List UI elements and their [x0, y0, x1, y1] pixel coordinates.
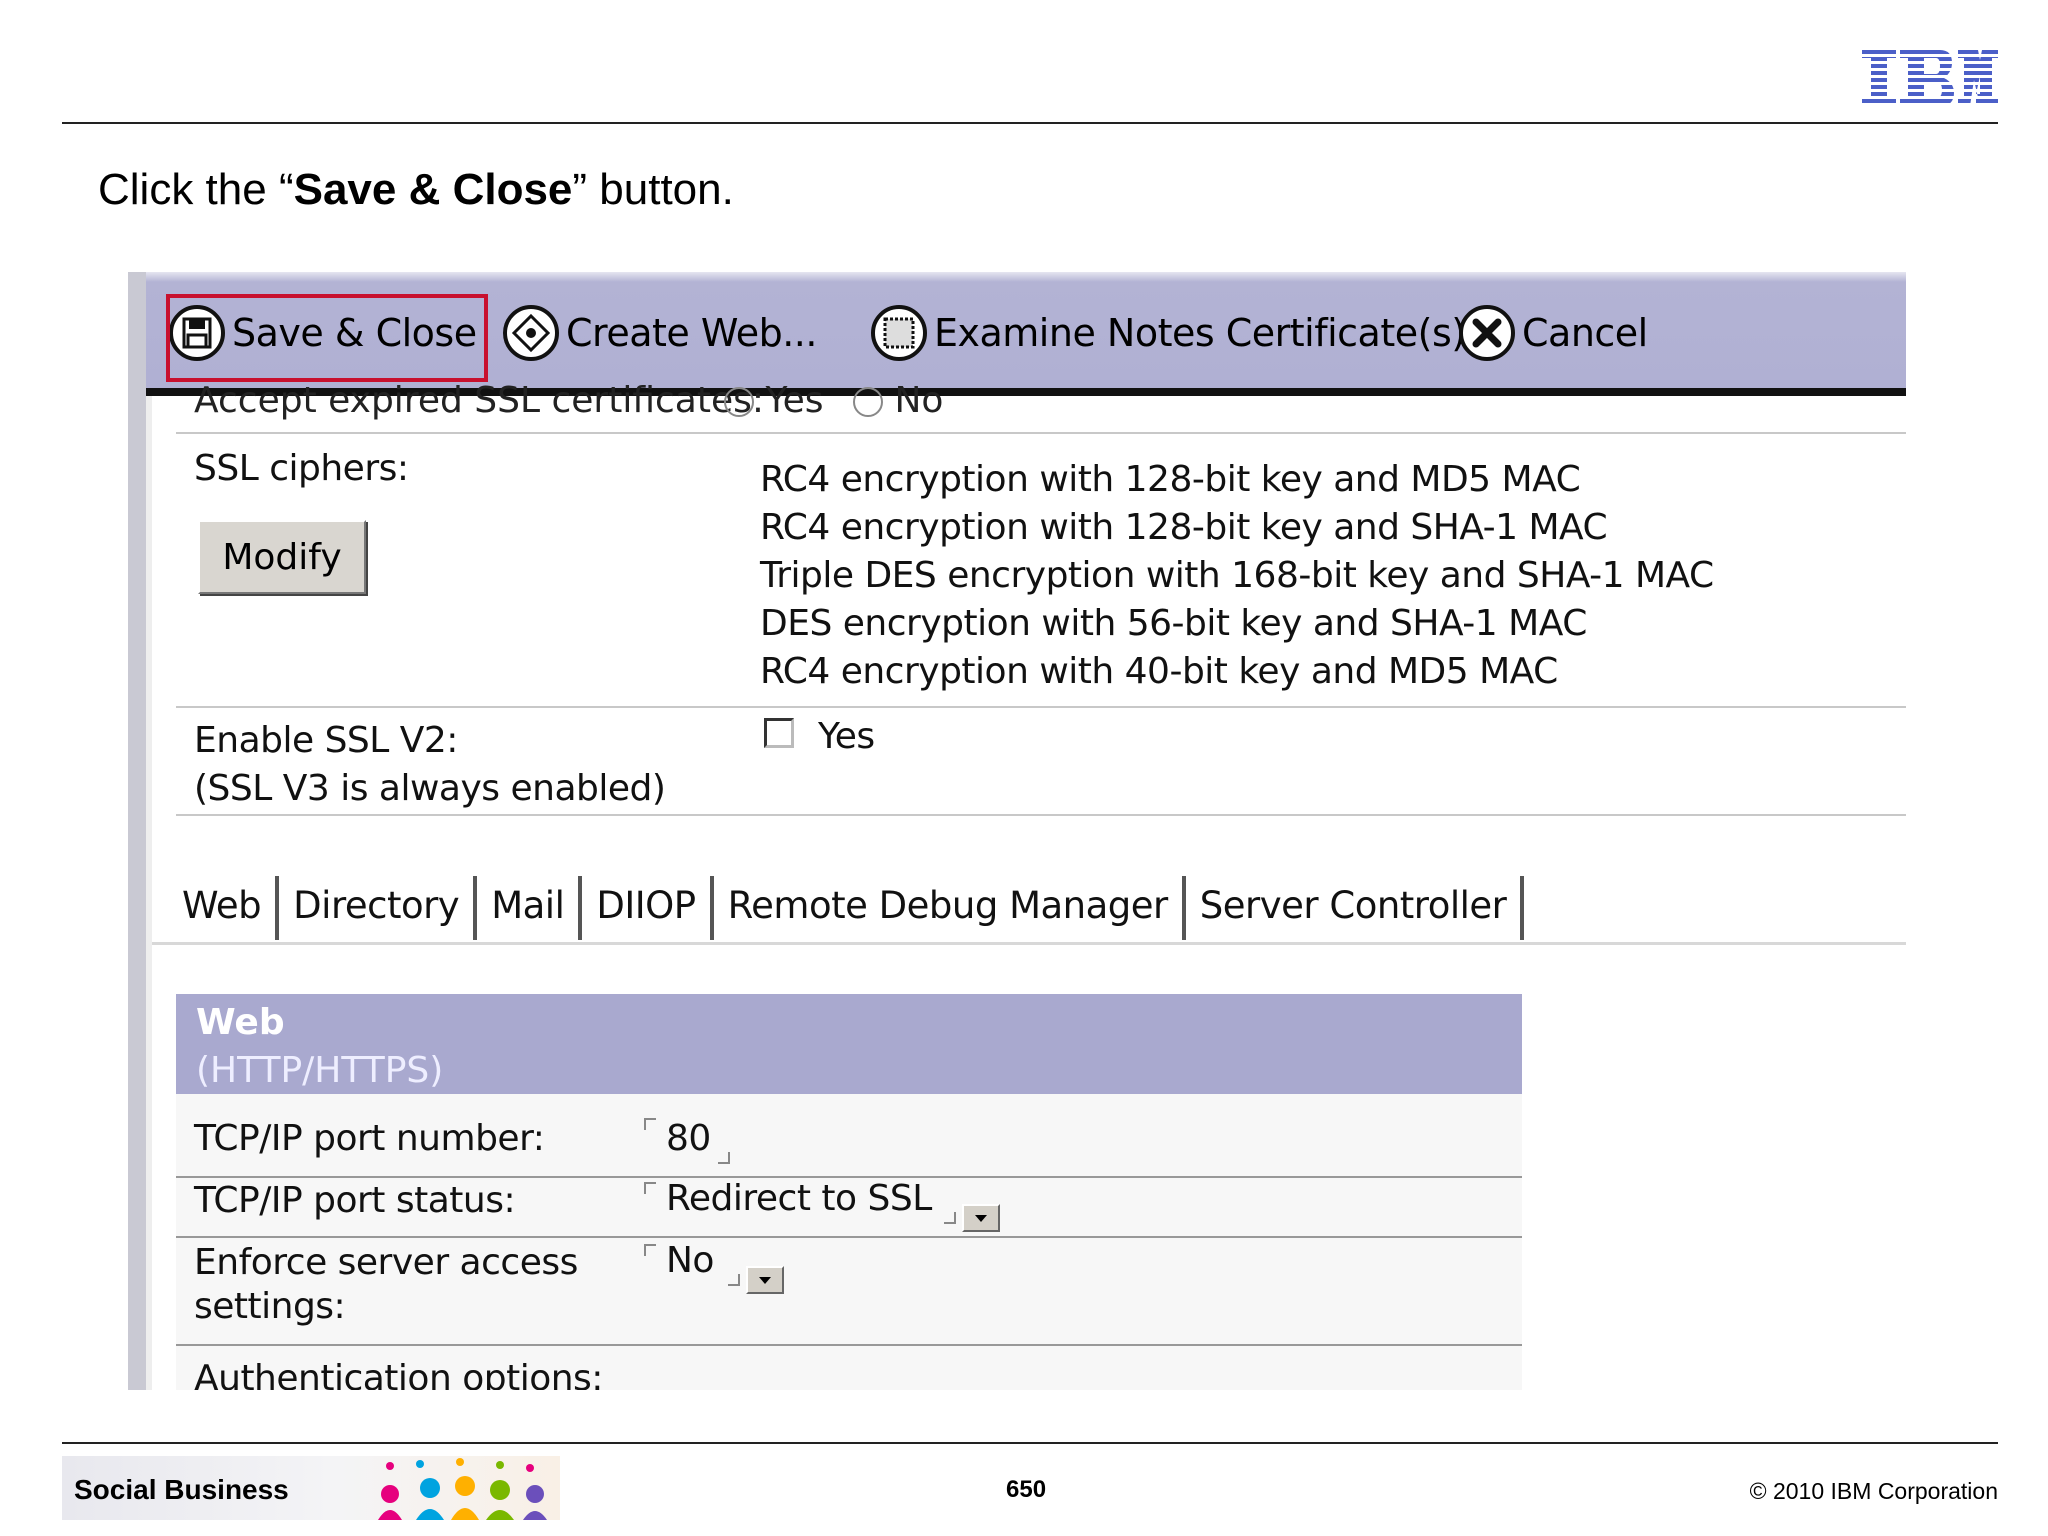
cancel-button[interactable]: Cancel — [1458, 304, 1648, 362]
tab-server-controller[interactable]: Server Controller — [1186, 876, 1525, 940]
cancel-icon — [1459, 305, 1515, 361]
cipher-item: Triple DES encryption with 168-bit key a… — [760, 555, 1714, 596]
tab-mail[interactable]: Mail — [477, 876, 583, 940]
save-close-highlight — [166, 294, 488, 382]
enforce-access-field[interactable]: No — [666, 1240, 714, 1281]
action-toolbar: Save & Close Create Web... Examine Notes… — [146, 272, 1906, 388]
tab-web[interactable]: Web — [168, 876, 280, 940]
create-web-icon — [503, 305, 559, 361]
footer-label: Social Business — [74, 1474, 289, 1505]
page-number: 650 — [1006, 1476, 1047, 1503]
create-web-button[interactable]: Create Web... — [502, 304, 817, 362]
ibm-logo — [1862, 50, 1998, 106]
enable-ssl-v2-checkbox[interactable] — [764, 718, 794, 748]
enable-ssl-v2-label: Enable SSL V2: — [194, 720, 458, 761]
cipher-list: RC4 encryption with 128-bit key and MD5 … — [760, 456, 1714, 696]
cipher-item: RC4 encryption with 128-bit key and SHA-… — [760, 507, 1608, 548]
examine-certificates-button[interactable]: Examine Notes Certificate(s) — [870, 304, 1466, 362]
accept-expired-ssl-row: Accept expired SSL certificates: Yes No — [194, 380, 944, 421]
ssl-v3-note: (SSL V3 is always enabled) — [194, 768, 666, 809]
certificate-icon — [871, 305, 927, 361]
enforce-access-label: Enforce server access — [194, 1242, 578, 1283]
enable-ssl-v2-option-label: Yes — [818, 716, 875, 757]
copyright: © 2010 IBM Corporation — [1749, 1478, 1998, 1504]
footer-rule — [62, 1442, 1998, 1444]
section-subtitle: (HTTP/HTTPS) — [196, 1050, 444, 1091]
accept-expired-yes-radio[interactable] — [724, 387, 754, 417]
window-edge — [128, 272, 146, 1390]
tab-bar: Web Directory Mail DIIOP Remote Debug Ma… — [168, 876, 1525, 940]
auth-options-label: Authentication options: — [194, 1358, 603, 1390]
web-section-header: Web (HTTP/HTTPS) — [176, 994, 1522, 1094]
instruction-emphasis: Save & Close — [293, 165, 573, 214]
modify-ciphers-button[interactable]: Modify — [198, 520, 366, 594]
header-rule — [62, 122, 1998, 124]
cipher-item: RC4 encryption with 128-bit key and MD5 … — [760, 459, 1581, 500]
screenshot-panel: Save & Close Create Web... Examine Notes… — [128, 272, 1906, 1390]
enforce-access-label-cont: settings: — [194, 1286, 346, 1327]
tab-diiop[interactable]: DIIOP — [582, 876, 714, 940]
tab-directory[interactable]: Directory — [279, 876, 478, 940]
accept-expired-no-radio[interactable] — [853, 387, 884, 417]
tab-remote-debug-manager[interactable]: Remote Debug Manager — [714, 876, 1186, 940]
ssl-ciphers-label: SSL ciphers: — [194, 448, 409, 489]
cipher-item: RC4 encryption with 40-bit key and MD5 M… — [760, 651, 1558, 692]
people-illustration-icon — [378, 1458, 547, 1520]
cipher-item: DES encryption with 56-bit key and SHA-1… — [760, 603, 1587, 644]
tcp-status-dropdown-button[interactable] — [962, 1204, 1000, 1232]
enforce-access-dropdown-button[interactable] — [746, 1266, 784, 1294]
tcp-status-label: TCP/IP port status: — [194, 1180, 516, 1221]
tcp-port-field[interactable]: 80 — [666, 1118, 711, 1159]
tcp-port-label: TCP/IP port number: — [194, 1118, 545, 1159]
section-title: Web — [196, 1002, 285, 1043]
tcp-status-field[interactable]: Redirect to SSL — [666, 1178, 932, 1219]
instruction-text: Click the “Save & Close” button. — [98, 165, 734, 214]
footer-banner: Social Business — [62, 1456, 560, 1520]
